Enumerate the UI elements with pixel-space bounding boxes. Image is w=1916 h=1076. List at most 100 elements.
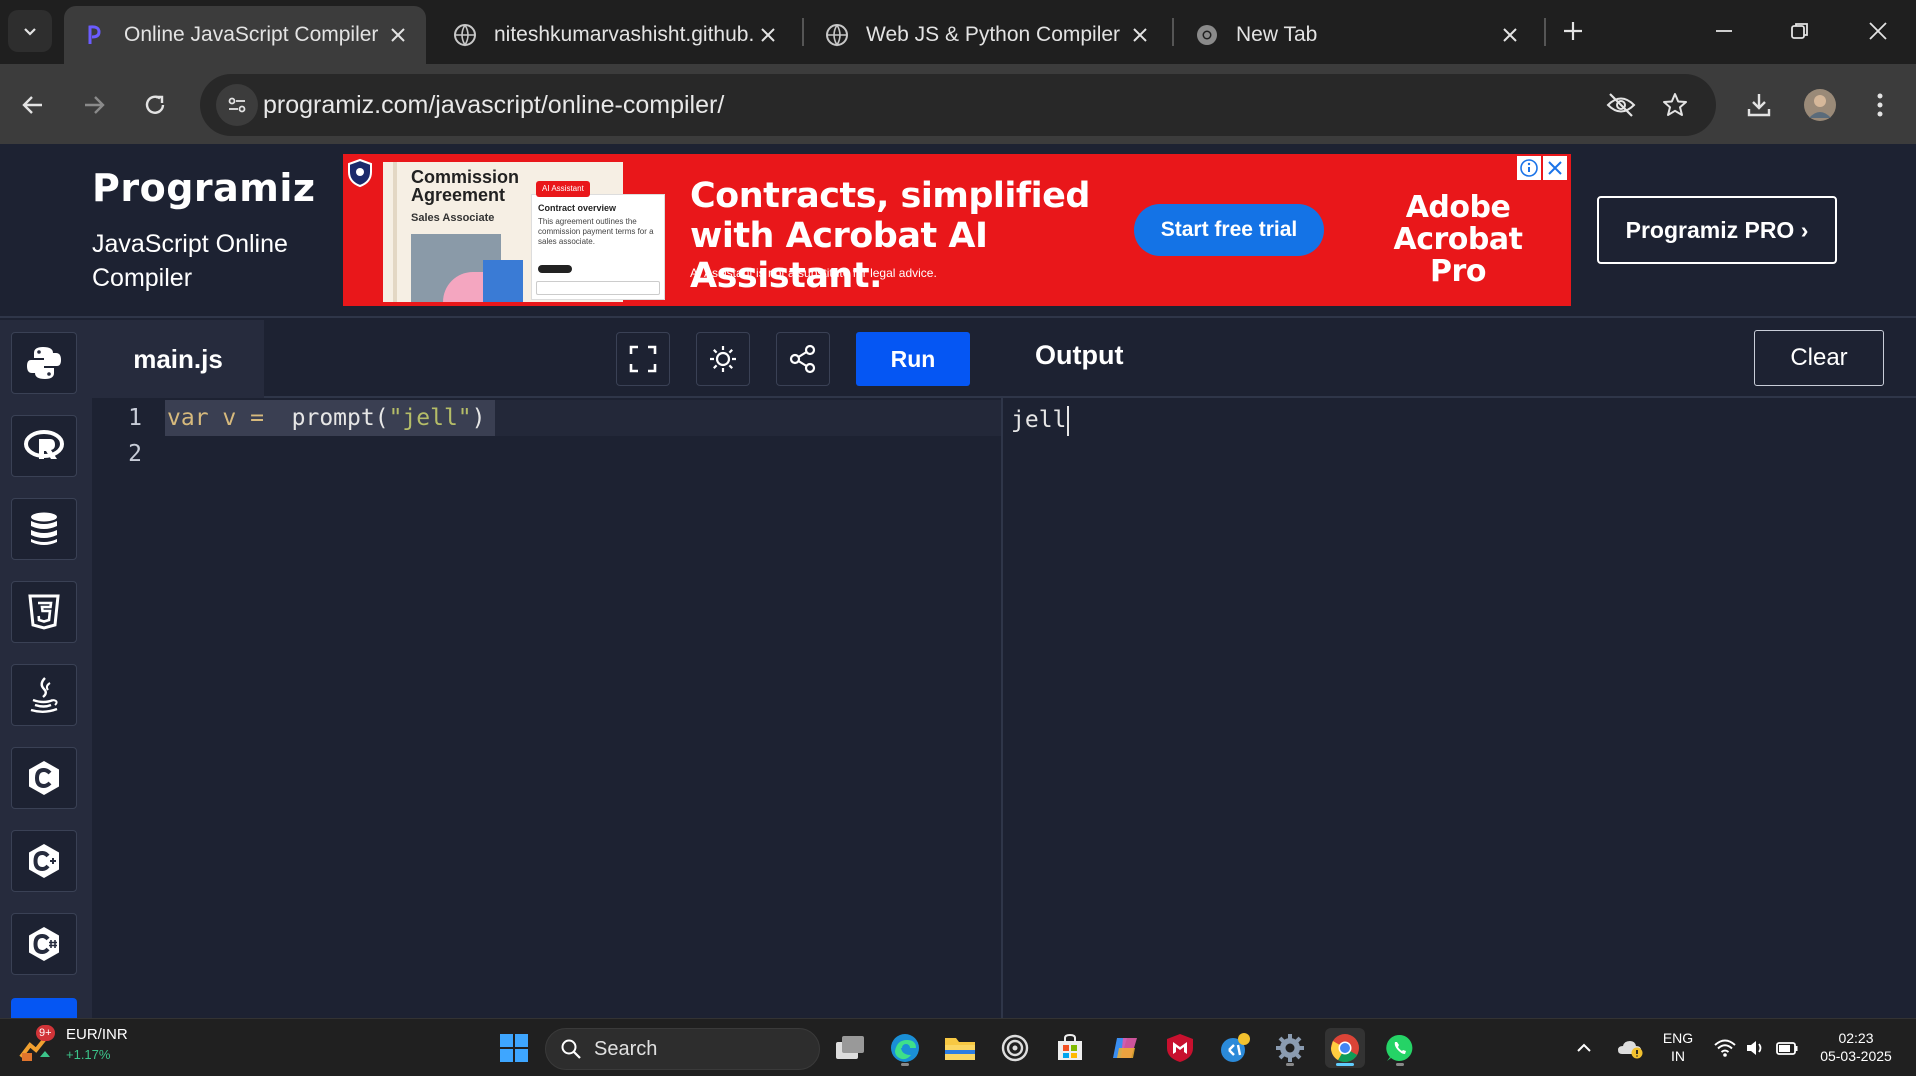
task-view-button[interactable] — [830, 1028, 870, 1068]
chevron-up-icon — [1577, 1043, 1591, 1052]
sidebar-item-r[interactable] — [11, 415, 77, 477]
onedrive-tray-icon[interactable] — [1612, 1028, 1648, 1068]
bookmark-star-icon[interactable] — [1656, 86, 1694, 124]
ad-brand-line2: Acrobat Pro — [1393, 222, 1523, 289]
quick-settings-button[interactable] — [1706, 1028, 1806, 1068]
start-button[interactable] — [494, 1028, 534, 1068]
tab-title: niteshkumarvashisht.github. — [494, 23, 754, 46]
target-icon — [1001, 1034, 1029, 1062]
weather-finance-widget[interactable]: 9+ EUR/INR +1.17% — [18, 1025, 128, 1065]
download-icon — [1747, 94, 1771, 117]
site-settings-icon[interactable] — [216, 84, 258, 126]
url-text[interactable]: programiz.com/javascript/online-compiler… — [263, 91, 724, 120]
input-language-indicator[interactable]: ENG IN — [1656, 1029, 1700, 1065]
ad-document-card: AI Assistant Contract overview This agre… — [531, 181, 665, 300]
folder-icon — [945, 1038, 975, 1060]
tab-title: New Tab — [1236, 23, 1318, 46]
close-window-button[interactable] — [1856, 10, 1900, 52]
taskbar-mcafee[interactable] — [1160, 1028, 1200, 1068]
profile-button[interactable] — [1797, 82, 1843, 128]
back-button[interactable] — [10, 82, 56, 128]
forward-button[interactable] — [71, 82, 117, 128]
taskbar-vscode[interactable] — [1215, 1028, 1255, 1068]
taskbar-whatsapp[interactable] — [1380, 1028, 1420, 1068]
widget-change: +1.17% — [66, 1047, 111, 1062]
code-paren: ) — [471, 405, 486, 431]
ad-controls — [1517, 156, 1567, 180]
tab-title: Online JavaScript Compiler ( — [124, 23, 384, 46]
restore-button[interactable] — [1778, 10, 1822, 52]
running-indicator — [1286, 1063, 1294, 1066]
taskbar-microsoft-store[interactable] — [1050, 1028, 1090, 1068]
clear-button[interactable]: Clear — [1754, 330, 1884, 386]
sidebar-item-javascript[interactable] — [11, 998, 77, 1018]
sidebar-item-java[interactable] — [11, 664, 77, 726]
ad-close-icon[interactable] — [1543, 156, 1567, 180]
tab-new-tab[interactable]: New Tab — [1176, 6, 1538, 64]
tab-web-js-python-compiler[interactable]: Web JS & Python Compiler — [806, 6, 1168, 64]
advertisement-banner[interactable]: Commission Agreement Sales Associate AI … — [343, 154, 1571, 306]
reload-button[interactable] — [132, 82, 178, 128]
sidebar-item-html[interactable] — [11, 581, 77, 643]
taskbar-copilot-app[interactable] — [995, 1028, 1035, 1068]
fullscreen-icon — [629, 345, 657, 373]
cloud-icon — [1618, 1041, 1643, 1059]
tracking-protection-icon[interactable] — [1602, 86, 1640, 124]
tab-niteshkumarvashisht[interactable]: niteshkumarvashisht.github. — [434, 6, 796, 64]
taskbar-chrome[interactable] — [1325, 1028, 1365, 1068]
close-tab-icon[interactable] — [384, 21, 412, 49]
sidebar-item-python[interactable] — [11, 332, 77, 394]
run-button[interactable]: Run — [856, 332, 970, 386]
output-text: jell — [1011, 407, 1067, 433]
taskbar-file-explorer[interactable] — [940, 1028, 980, 1068]
start-free-trial-button[interactable]: Start free trial — [1134, 204, 1324, 256]
clock[interactable]: 02:23 05-03-2025 — [1808, 1029, 1904, 1065]
c-icon — [29, 761, 59, 795]
fullscreen-button[interactable] — [616, 332, 670, 386]
minimize-button[interactable] — [1702, 10, 1746, 52]
chart-up-icon: 9+ — [18, 1025, 55, 1063]
tab-search-button[interactable] — [8, 10, 52, 52]
taskbar-edge[interactable] — [885, 1028, 925, 1068]
ad-doc-subtitle: Sales Associate — [411, 212, 495, 224]
share-icon — [789, 344, 816, 374]
output-panel: Output Clear jell — [1003, 320, 1916, 1018]
programiz-logo[interactable]: Programiz — [92, 166, 316, 210]
file-tab-main-js[interactable]: main.js — [92, 320, 264, 398]
downloads-button[interactable] — [1736, 82, 1782, 128]
new-tab-button[interactable] — [1556, 14, 1590, 48]
sidebar-item-c[interactable] — [11, 747, 77, 809]
code-line[interactable]: 1 var v = prompt("jell") — [92, 400, 1001, 436]
edge-icon — [891, 1034, 919, 1062]
plus-icon — [1564, 22, 1582, 40]
arrow-right-icon — [85, 96, 105, 114]
close-tab-icon[interactable] — [1496, 21, 1524, 49]
chevron-down-icon — [24, 28, 36, 36]
close-tab-icon[interactable] — [754, 21, 782, 49]
taskbar-settings[interactable] — [1270, 1028, 1310, 1068]
sidebar-item-sql[interactable] — [11, 498, 77, 560]
show-hidden-icons-button[interactable] — [1570, 1028, 1598, 1068]
taskbar-search[interactable]: Search — [545, 1028, 820, 1070]
language-sidebar — [0, 320, 92, 1018]
sidebar-item-csharp[interactable] — [11, 913, 77, 975]
code-text[interactable]: var v = prompt("jell") — [167, 400, 486, 436]
r-icon — [24, 430, 64, 459]
close-tab-icon[interactable] — [1126, 21, 1154, 49]
address-bar[interactable]: programiz.com/javascript/online-compiler… — [200, 74, 1716, 136]
theme-toggle-button[interactable] — [696, 332, 750, 386]
battery-icon — [1776, 1042, 1798, 1055]
taskbar-copilot[interactable] — [1105, 1028, 1145, 1068]
sidebar-item-cpp[interactable] — [11, 830, 77, 892]
text-caret — [1067, 405, 1070, 436]
share-button[interactable] — [776, 332, 830, 386]
site-header: Programiz JavaScript Online Compiler Com… — [0, 144, 1916, 318]
output-console[interactable]: jell — [1011, 402, 1070, 438]
programiz-pro-button[interactable]: Programiz PRO › — [1597, 196, 1837, 264]
code-keyword: var v = — [167, 405, 264, 431]
browser-menu-button[interactable] — [1857, 82, 1903, 128]
tab-online-javascript-compiler[interactable]: Online JavaScript Compiler ( — [64, 6, 426, 64]
cpp-icon — [29, 844, 59, 878]
ad-info-icon[interactable] — [1517, 156, 1541, 180]
code-line[interactable]: 2 — [92, 436, 1001, 472]
